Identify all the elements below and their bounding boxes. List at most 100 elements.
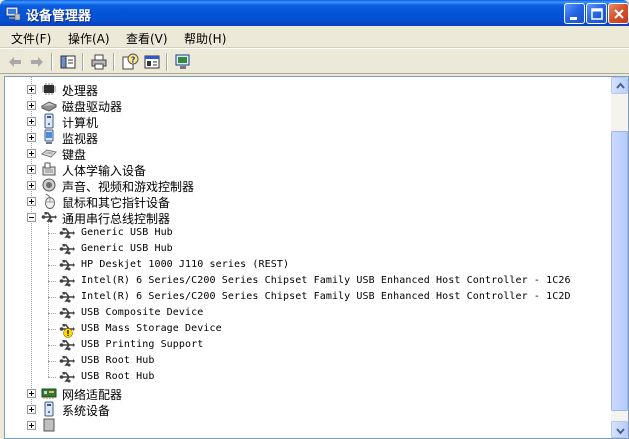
hid-icon bbox=[42, 162, 56, 176]
forward-icon[interactable] bbox=[28, 53, 46, 71]
expand-toggle[interactable] bbox=[27, 405, 36, 414]
close-button[interactable] bbox=[608, 3, 629, 24]
device-label: USB Printing Support bbox=[81, 339, 204, 350]
sound-icon bbox=[42, 178, 56, 192]
toolbar-separator bbox=[166, 53, 168, 71]
usb-icon bbox=[59, 372, 75, 383]
device-label: USB Composite Device bbox=[81, 307, 204, 318]
category-label: 人体学输入设备 bbox=[62, 164, 147, 178]
device-label: Generic USB Hub bbox=[81, 243, 173, 254]
vertical-scrollbar[interactable] bbox=[611, 77, 628, 438]
tree-line bbox=[48, 313, 56, 314]
print-icon[interactable] bbox=[90, 53, 108, 71]
title-bar[interactable]: 设备管理器 bbox=[0, 0, 629, 26]
expand-toggle[interactable] bbox=[27, 389, 36, 398]
usb-icon bbox=[41, 212, 57, 223]
category-label: 键盘 bbox=[62, 148, 87, 162]
scroll-up-icon bbox=[616, 82, 625, 89]
device-tree[interactable]: 处理器 磁盘驱动器 计算机 监视器 键盘 人体学输入设备 声音、视频和游戏控制器… bbox=[4, 76, 629, 439]
category-label: 声音、视频和游戏控制器 bbox=[62, 180, 195, 194]
toolbar-separator bbox=[113, 53, 115, 71]
scroll-down-button[interactable] bbox=[611, 421, 628, 438]
monitor-icon bbox=[44, 129, 54, 144]
close-icon bbox=[614, 9, 624, 19]
minimize-button[interactable] bbox=[564, 3, 585, 24]
device-label: Generic USB Hub bbox=[81, 227, 173, 238]
category-label: 网络适配器 bbox=[62, 388, 123, 402]
show-hide-console-tree-icon[interactable] bbox=[59, 53, 77, 71]
category-label: 鼠标和其它指针设备 bbox=[62, 196, 171, 210]
tree-line bbox=[48, 377, 56, 378]
scroll-down-icon bbox=[616, 428, 625, 435]
collapse-toggle[interactable] bbox=[27, 213, 36, 222]
usb-icon bbox=[59, 292, 75, 303]
expand-toggle[interactable] bbox=[27, 117, 36, 126]
expand-toggle[interactable] bbox=[27, 165, 36, 174]
expand-toggle[interactable] bbox=[27, 181, 36, 190]
tree-line bbox=[48, 222, 49, 377]
usb-icon bbox=[59, 260, 75, 271]
menu-help[interactable]: 帮助(H) bbox=[184, 30, 226, 47]
processor-icon bbox=[42, 83, 56, 95]
expand-toggle[interactable] bbox=[27, 197, 36, 206]
expand-toggle[interactable] bbox=[27, 133, 36, 142]
expand-toggle[interactable] bbox=[27, 85, 36, 94]
minimize-icon bbox=[570, 17, 577, 20]
computer-icon bbox=[44, 113, 54, 129]
device-label: USB Mass Storage Device bbox=[81, 323, 222, 334]
toolbar-separator bbox=[82, 53, 84, 71]
device-manager-icon bbox=[5, 6, 21, 21]
device-label: Intel(R) 6 Series/C200 Series Chipset Fa… bbox=[81, 275, 571, 286]
tree-line bbox=[48, 265, 56, 266]
tree-line bbox=[48, 249, 56, 250]
menu-file[interactable]: 文件(F) bbox=[11, 30, 51, 47]
keyboard-icon bbox=[41, 149, 57, 158]
scroll-thumb[interactable] bbox=[611, 131, 628, 411]
menu-bar: 文件(F) 操作(A) 查看(V) 帮助(H) bbox=[0, 26, 629, 48]
tree-line bbox=[48, 329, 56, 330]
category-label: 系统设备 bbox=[62, 404, 111, 418]
disk-drive-icon bbox=[41, 101, 57, 112]
usb-icon bbox=[59, 276, 75, 287]
scroll-up-button[interactable] bbox=[611, 77, 628, 94]
tree-line bbox=[48, 233, 56, 234]
device-label: Intel(R) 6 Series/C200 Series Chipset Fa… bbox=[81, 291, 571, 302]
svg-text:?: ? bbox=[131, 56, 136, 65]
usb-icon bbox=[59, 340, 75, 351]
maximize-icon bbox=[591, 8, 603, 20]
tree-line bbox=[48, 297, 56, 298]
menu-action[interactable]: 操作(A) bbox=[68, 30, 110, 47]
device-icon bbox=[43, 418, 55, 432]
device-label: USB Root Hub bbox=[81, 371, 155, 382]
usb-icon bbox=[59, 308, 75, 319]
tree-line bbox=[48, 281, 56, 282]
tree-line bbox=[48, 345, 56, 346]
category-label: 处理器 bbox=[62, 84, 99, 98]
category-label: 计算机 bbox=[62, 116, 99, 130]
properties-icon[interactable] bbox=[143, 53, 161, 71]
toolbar-separator bbox=[51, 53, 53, 71]
back-icon[interactable] bbox=[6, 53, 24, 71]
menu-view[interactable]: 查看(V) bbox=[126, 30, 168, 47]
mouse-icon bbox=[45, 193, 55, 209]
maximize-button[interactable] bbox=[586, 3, 607, 24]
category-label: 通用串行总线控制器 bbox=[62, 212, 171, 226]
usb-icon bbox=[59, 228, 75, 239]
network-adapter-icon bbox=[41, 388, 57, 399]
toolbar: ? bbox=[0, 48, 629, 74]
expand-toggle[interactable] bbox=[27, 101, 36, 110]
device-label: USB Root Hub bbox=[81, 355, 155, 366]
system-device-icon bbox=[44, 401, 54, 417]
expand-toggle[interactable] bbox=[27, 421, 36, 430]
help-icon[interactable]: ? bbox=[121, 53, 139, 71]
device-manager-window: 设备管理器 文件(F) 操作(A) 查看(V) 帮助(H) ? 处理器 磁盘驱动… bbox=[0, 0, 629, 439]
scan-hardware-icon[interactable] bbox=[174, 53, 192, 71]
tree-line bbox=[48, 361, 56, 362]
tree-line bbox=[31, 77, 32, 412]
usb-icon bbox=[59, 244, 75, 255]
category-label: 磁盘驱动器 bbox=[62, 100, 123, 114]
usb-icon bbox=[59, 356, 75, 367]
window-title: 设备管理器 bbox=[26, 9, 92, 24]
expand-toggle[interactable] bbox=[27, 149, 36, 158]
device-label: HP Deskjet 1000 J110 series (REST) bbox=[81, 259, 290, 270]
